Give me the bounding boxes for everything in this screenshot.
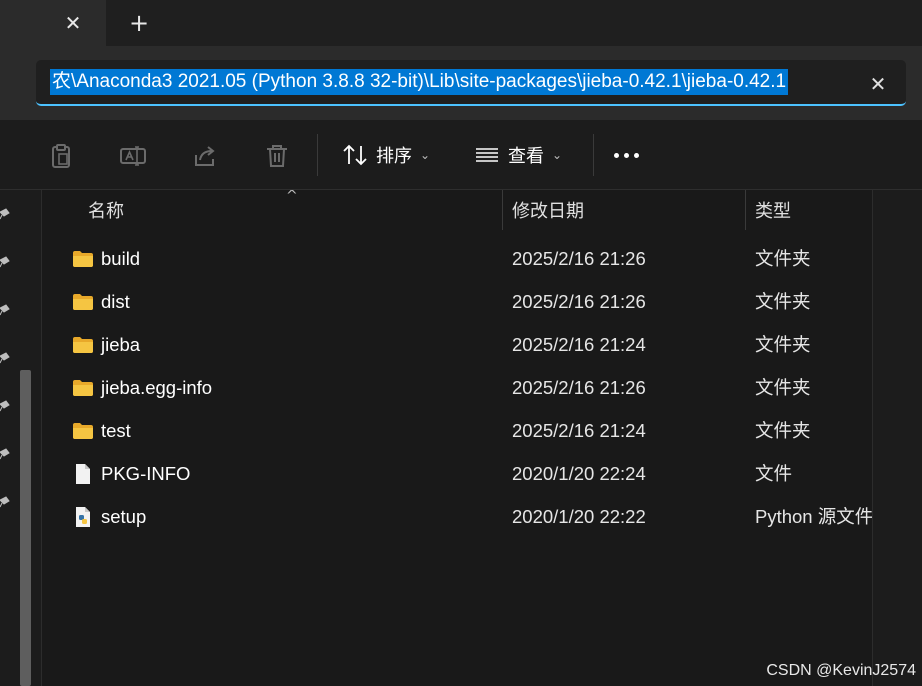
details-pane-edge [872, 190, 922, 686]
address-path: 农\Anaconda3 2021.05 (Python 3.8.8 32-bit… [52, 71, 787, 92]
file-row[interactable]: PKG-INFO 2020/1/20 22:24 文件 [42, 452, 872, 495]
file-modified: 2025/2/16 21:26 [512, 377, 646, 398]
column-header-type[interactable]: 类型 [755, 190, 791, 234]
rename-icon[interactable] [119, 142, 147, 170]
share-icon[interactable] [191, 142, 219, 170]
column-divider[interactable] [745, 190, 746, 230]
column-header-modified[interactable]: 修改日期 [512, 190, 584, 234]
command-bar: 排序 ⌄ 查看 ⌄ [0, 120, 922, 190]
more-options-icon[interactable] [614, 148, 644, 162]
file-name: setup [101, 506, 147, 527]
pin-icon[interactable] [0, 304, 10, 316]
file-type: 文件夹 [755, 248, 811, 269]
file-type: 文件夹 [755, 420, 811, 441]
file-row[interactable]: setup 2020/1/20 22:22 Python 源文件 [42, 495, 872, 538]
address-input[interactable]: 农\Anaconda3 2021.05 (Python 3.8.8 32-bit… [36, 60, 906, 106]
column-header-name[interactable]: 名称 [88, 190, 124, 234]
address-bar-row: 农\Anaconda3 2021.05 (Python 3.8.8 32-bit… [0, 46, 922, 120]
folder-icon [73, 251, 93, 267]
file-row[interactable]: jieba.egg-info 2025/2/16 21:26 文件夹 [42, 366, 872, 409]
file-modified: 2025/2/16 21:24 [512, 334, 646, 355]
pin-icon[interactable] [0, 208, 10, 220]
file-name: jieba [101, 334, 141, 355]
file-name: dist [101, 291, 130, 312]
new-tab-icon[interactable]: + [126, 10, 152, 36]
tab-strip: ✕ + [0, 0, 922, 46]
active-tab[interactable]: ✕ [0, 0, 106, 46]
file-modified: 2020/1/20 22:22 [512, 506, 646, 527]
file-type: 文件夹 [755, 377, 811, 398]
toolbar-separator [317, 134, 318, 176]
delete-icon[interactable] [263, 142, 291, 170]
sort-button[interactable]: 排序 ⌄ [342, 134, 430, 176]
folder-icon [73, 380, 93, 396]
close-tab-icon[interactable]: ✕ [60, 10, 86, 36]
pin-icon[interactable] [0, 400, 10, 412]
folder-icon [73, 423, 93, 439]
file-modified: 2025/2/16 21:26 [512, 291, 646, 312]
file-list: ^ 名称 修改日期 类型 build 2025/2/16 21:26 文件夹 d… [42, 190, 872, 686]
file-row[interactable]: build 2025/2/16 21:26 文件夹 [42, 237, 872, 280]
navigation-scrollbar[interactable] [20, 370, 31, 686]
file-type: 文件夹 [755, 334, 811, 355]
file-row[interactable]: jieba 2025/2/16 21:24 文件夹 [42, 323, 872, 366]
file-name: test [101, 420, 131, 441]
file-type: Python 源文件 [755, 506, 872, 527]
file-icon [76, 464, 90, 484]
chevron-down-icon: ⌄ [552, 148, 563, 162]
pin-icon[interactable] [0, 448, 10, 460]
sort-icon [343, 144, 367, 166]
view-button[interactable]: 查看 ⌄ [474, 134, 562, 176]
folder-icon [73, 337, 93, 353]
clear-address-icon[interactable]: ✕ [866, 72, 890, 96]
file-row[interactable]: dist 2025/2/16 21:26 文件夹 [42, 280, 872, 323]
file-name: jieba.egg-info [101, 377, 213, 398]
file-type: 文件 [755, 463, 793, 484]
sort-caret-icon: ^ [286, 190, 298, 204]
sort-label: 排序 [376, 146, 412, 167]
file-modified: 2025/2/16 21:26 [512, 248, 646, 269]
file-type: 文件夹 [755, 291, 811, 312]
address-selection: 农\Anaconda3 2021.05 (Python 3.8.8 32-bit… [50, 69, 789, 95]
pin-icon[interactable] [0, 496, 10, 508]
python-file-icon [76, 507, 90, 527]
file-name: build [101, 248, 141, 269]
file-row[interactable]: test 2025/2/16 21:24 文件夹 [42, 409, 872, 452]
toolbar-separator [593, 134, 594, 176]
chevron-down-icon: ⌄ [420, 148, 431, 162]
navigation-pane [0, 190, 42, 686]
file-name: PKG-INFO [101, 463, 191, 484]
pin-icon[interactable] [0, 256, 10, 268]
file-modified: 2020/1/20 22:24 [512, 463, 646, 484]
view-label: 查看 [508, 146, 544, 167]
watermark: CSDN @KevinJ2574 [766, 662, 916, 679]
clipboard-icon[interactable] [47, 142, 75, 170]
view-icon [476, 148, 498, 162]
list-header: ^ 名称 修改日期 类型 [42, 190, 872, 234]
column-divider[interactable] [502, 190, 503, 230]
folder-icon [73, 294, 93, 310]
file-modified: 2025/2/16 21:24 [512, 420, 646, 441]
pin-icon[interactable] [0, 352, 10, 364]
